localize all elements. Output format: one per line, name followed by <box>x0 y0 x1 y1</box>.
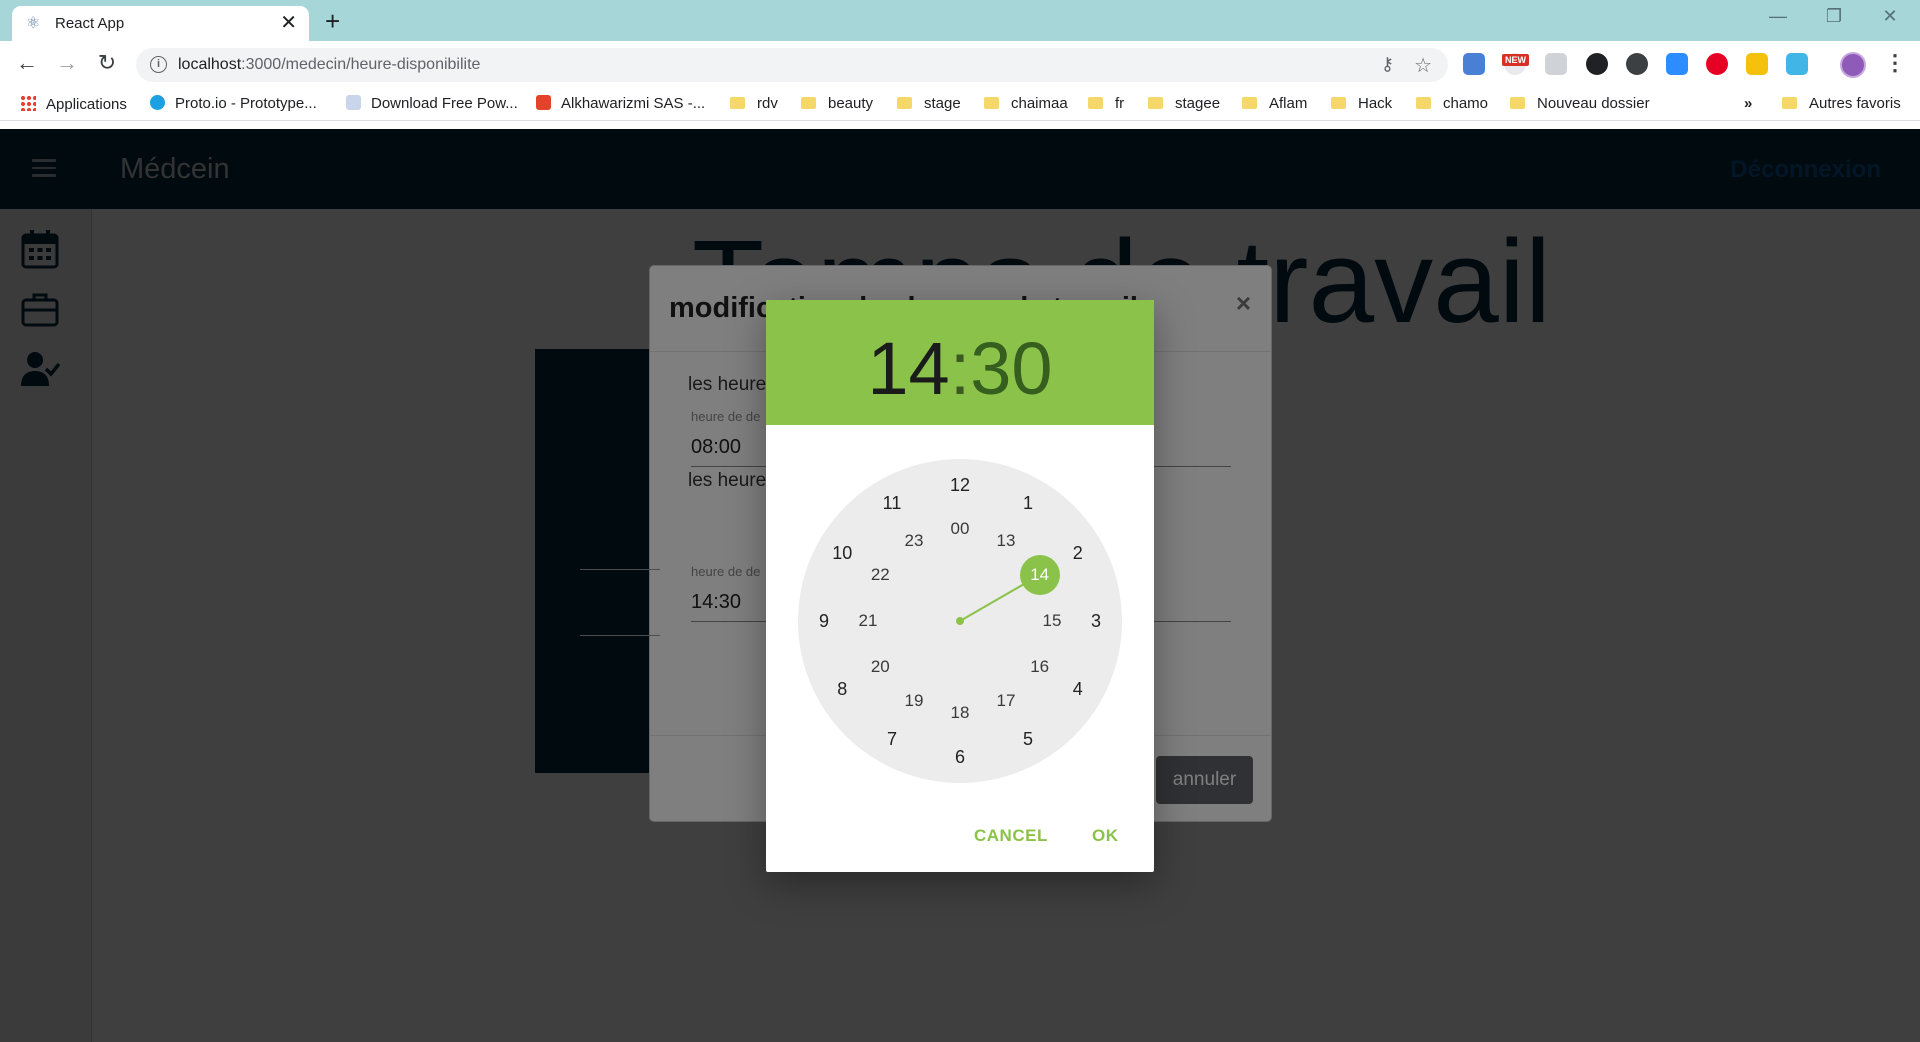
search-extension-icon[interactable] <box>1586 53 1608 75</box>
reload-icon[interactable]: ↻ <box>92 50 122 76</box>
bookmark-nouveau-dossier[interactable]: Nouveau dossier <box>1510 95 1650 112</box>
dial-hour-23[interactable]: 23 <box>899 529 929 553</box>
time-picker-header: 14:30 <box>766 300 1154 425</box>
bookmark-hack[interactable]: Hack <box>1331 95 1392 112</box>
dial-hour-19[interactable]: 19 <box>899 689 929 713</box>
proto-io-icon <box>150 95 165 110</box>
dial-hour-17[interactable]: 17 <box>991 689 1021 713</box>
grid-extension-icon[interactable] <box>1746 53 1768 75</box>
dial-hour-18[interactable]: 18 <box>945 701 975 725</box>
browser-tab-strip: ⚛ React App ✕ + — ❐ ✕ <box>0 0 1920 41</box>
bookmark-star-icon[interactable]: ☆ <box>1414 53 1432 78</box>
folder-icon <box>984 97 999 109</box>
dial-hour-22[interactable]: 22 <box>865 563 895 587</box>
new-badge: NEW <box>1502 54 1529 66</box>
apps-grid-icon <box>20 95 36 111</box>
pinterest-extension-icon[interactable] <box>1706 53 1728 75</box>
restore-window-button[interactable]: ❐ <box>1814 6 1854 27</box>
folder-icon <box>897 97 912 109</box>
dial-hour-14[interactable]: 14 <box>1019 555 1060 595</box>
bookmark-chaimaa[interactable]: chaimaa <box>984 95 1068 112</box>
dial-hour-12[interactable]: 12 <box>945 473 975 497</box>
browser-tab[interactable]: ⚛ React App ✕ <box>12 6 309 41</box>
dial-hour-21[interactable]: 21 <box>853 609 883 633</box>
profile-avatar[interactable] <box>1840 52 1866 78</box>
folder-icon <box>1331 97 1346 109</box>
picker-ok-button[interactable]: OK <box>1092 826 1119 846</box>
page-icon <box>346 95 361 110</box>
bookmark-other-favorites[interactable]: Autres favoris <box>1782 95 1901 112</box>
minimize-window-button[interactable]: — <box>1758 6 1798 27</box>
url-text[interactable]: localhost:3000/medecin/heure-disponibili… <box>178 56 480 74</box>
folder-icon <box>1416 97 1431 109</box>
dial-hour-2[interactable]: 2 <box>1063 541 1093 565</box>
bookmark-proto-io[interactable]: Proto.io - Prototype... <box>150 95 317 112</box>
folder-icon <box>801 97 816 109</box>
new-tab-button[interactable]: + <box>325 6 340 36</box>
bookmark-beauty[interactable]: beauty <box>801 95 873 112</box>
dial-hour-7[interactable]: 7 <box>877 727 907 751</box>
site-info-icon[interactable]: i <box>150 56 167 73</box>
dial-center-dot <box>956 617 964 625</box>
browser-toolbar: ← → ↻ i localhost:3000/medecin/heure-dis… <box>0 41 1920 87</box>
bookmark-fr[interactable]: fr <box>1088 95 1124 112</box>
forward-arrow-icon[interactable]: → <box>52 50 82 76</box>
clock-dial[interactable]: 12 1 2 3 4 5 6 7 8 9 10 11 00 13 14 15 16 17 18 19 20 21 22 23 <box>798 459 1122 783</box>
hours-display[interactable]: 14 <box>867 327 949 410</box>
react-favicon-icon: ⚛ <box>26 15 41 32</box>
bookmark-applications[interactable]: Applications <box>20 95 127 113</box>
zoom-extension-icon[interactable] <box>1666 53 1688 75</box>
back-arrow-icon[interactable]: ← <box>12 50 42 76</box>
minutes-display[interactable]: 30 <box>970 327 1052 410</box>
dial-hour-8[interactable]: 8 <box>827 677 857 701</box>
bookmark-stage[interactable]: stage <box>897 95 961 112</box>
dial-hour-11[interactable]: 11 <box>877 491 907 515</box>
picker-cancel-button[interactable]: CANCEL <box>974 826 1048 846</box>
dial-hour-20[interactable]: 20 <box>865 655 895 679</box>
browser-menu-icon[interactable]: ⋮ <box>1884 50 1906 76</box>
dial-hour-00[interactable]: 00 <box>945 517 975 541</box>
folder-icon <box>1088 97 1103 109</box>
close-tab-icon[interactable]: ✕ <box>280 12 297 34</box>
dial-hour-4[interactable]: 4 <box>1063 677 1093 701</box>
address-bar[interactable]: i localhost:3000/medecin/heure-disponibi… <box>136 48 1448 82</box>
more-bookmarks-button[interactable]: » <box>1744 95 1752 112</box>
url-path: :3000/medecin/heure-disponibilite <box>241 56 481 73</box>
bookmarks-bar: Applications Proto.io - Prototype... Dow… <box>0 87 1920 121</box>
bookmark-chamo[interactable]: chamo <box>1416 95 1488 112</box>
close-window-button[interactable]: ✕ <box>1870 6 1910 27</box>
eyedropper-extension-icon[interactable] <box>1545 53 1567 75</box>
gitlab-icon <box>536 95 551 110</box>
dial-hour-1[interactable]: 1 <box>1013 491 1043 515</box>
url-host: localhost <box>178 56 242 73</box>
dial-hour-13[interactable]: 13 <box>991 529 1021 553</box>
bookmark-alkhawarizmi[interactable]: Alkhawarizmi SAS -... <box>536 95 705 112</box>
dial-hour-3[interactable]: 3 <box>1081 609 1111 633</box>
dial-hour-15[interactable]: 15 <box>1037 609 1067 633</box>
dial-hour-5[interactable]: 5 <box>1013 727 1043 751</box>
folder-icon <box>1148 97 1163 109</box>
bookmark-aflam[interactable]: Aflam <box>1242 95 1307 112</box>
dial-hour-9[interactable]: 9 <box>809 609 839 633</box>
cube-extension-icon[interactable] <box>1786 53 1808 75</box>
folder-icon <box>1782 97 1797 109</box>
bookmark-rdv[interactable]: rdv <box>730 95 778 112</box>
selected-time-display: 14:30 <box>766 326 1154 411</box>
folder-icon <box>730 97 745 109</box>
folder-icon <box>1242 97 1257 109</box>
password-key-icon[interactable]: ⚷ <box>1381 54 1394 75</box>
folder-icon <box>1510 97 1525 109</box>
dial-hour-10[interactable]: 10 <box>827 541 857 565</box>
dial-hour-16[interactable]: 16 <box>1025 655 1055 679</box>
dial-hour-6[interactable]: 6 <box>945 745 975 769</box>
tab-title: React App <box>55 15 125 32</box>
sync-extension-icon[interactable] <box>1626 53 1648 75</box>
bookmark-stagee[interactable]: stagee <box>1148 95 1220 112</box>
translate-extension-icon[interactable] <box>1463 53 1485 75</box>
time-separator: : <box>949 327 971 410</box>
time-picker-dialog: 14:30 12 1 2 3 4 5 6 7 8 9 10 11 00 13 14 15 16 17 18 19 20 2… <box>766 300 1154 872</box>
bookmark-download[interactable]: Download Free Pow... <box>346 95 518 112</box>
